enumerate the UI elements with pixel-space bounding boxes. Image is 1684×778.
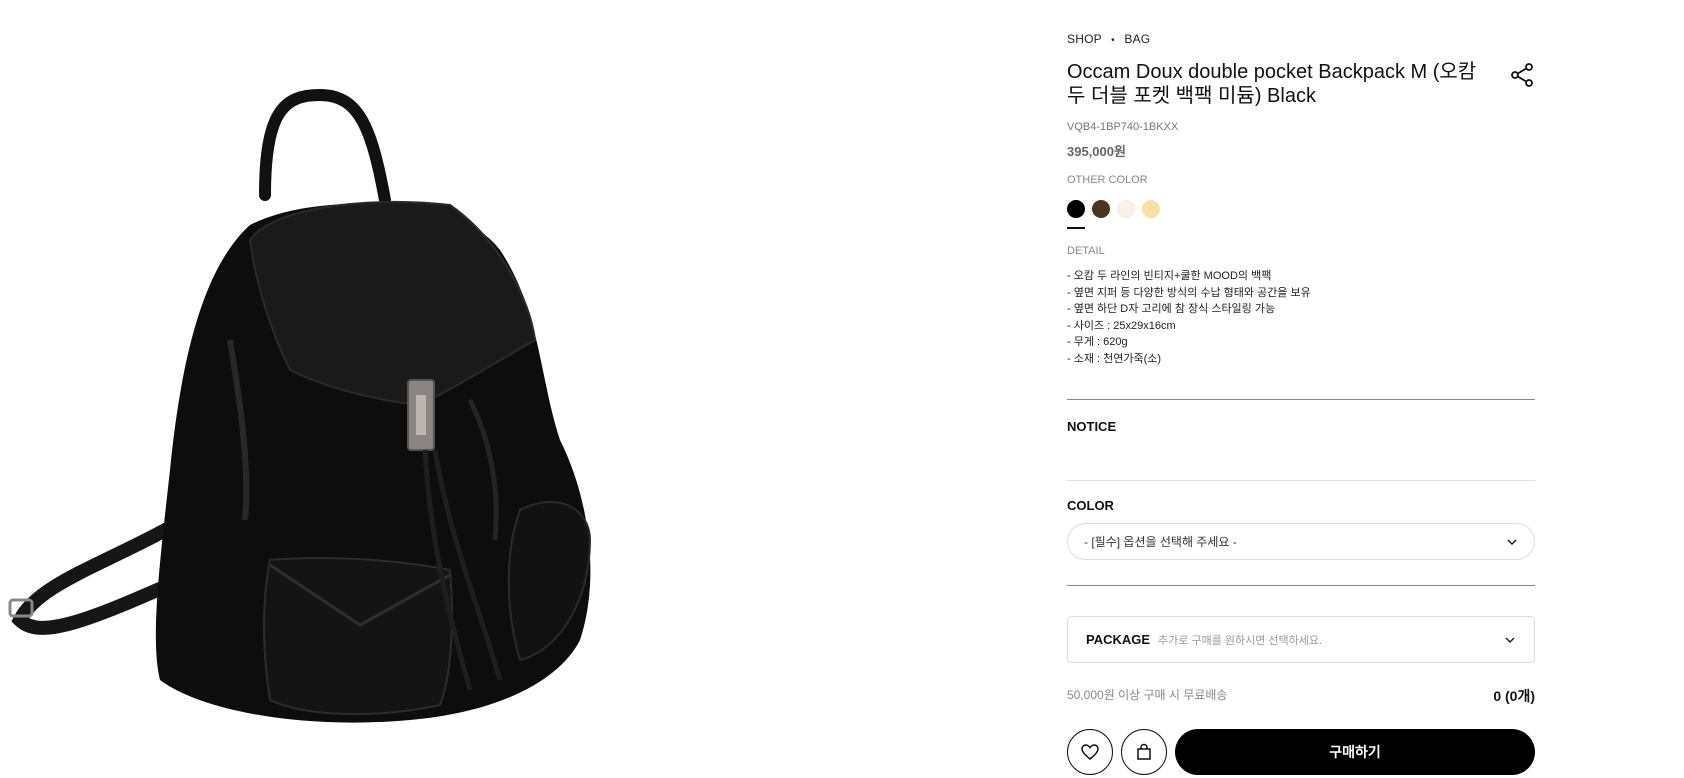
- detail-line: - 오캄 두 라인의 빈티지+쿨한 MOOD의 백팩: [1067, 270, 1272, 282]
- add-to-cart-button[interactable]: [1121, 729, 1167, 775]
- color-option-label: COLOR: [1067, 498, 1114, 513]
- swatch-brown[interactable]: [1092, 200, 1110, 218]
- swatch-beige[interactable]: [1142, 200, 1160, 218]
- detail-label: DETAIL: [1067, 245, 1105, 257]
- color-swatches: [1067, 200, 1160, 218]
- wishlist-button[interactable]: [1067, 729, 1113, 775]
- divider: [1067, 399, 1535, 400]
- divider: [1067, 585, 1535, 586]
- chevron-down-icon: [1507, 538, 1517, 545]
- divider: [1067, 480, 1535, 481]
- product-image-area: [0, 0, 1000, 778]
- product-price: 395,000원: [1067, 144, 1126, 159]
- detail-line: - 옆면 지퍼 등 다양한 방식의 수납 형태와 공간을 보유: [1067, 286, 1311, 299]
- detail-list: - 오캄 두 라인의 빈티지+쿨한 MOOD의 백팩 - 옆면 지퍼 등 다양한…: [1067, 268, 1311, 368]
- breadcrumb-bag-link[interactable]: BAG: [1124, 32, 1150, 46]
- notice-toggle[interactable]: NOTICE: [1067, 419, 1116, 434]
- buy-now-button[interactable]: 구매하기: [1175, 729, 1535, 775]
- color-option-select[interactable]: - [필수] 옵션을 선택해 주세요 -: [1067, 523, 1535, 560]
- share-button[interactable]: [1509, 62, 1535, 88]
- detail-line: - 소재 : 천연가죽(소): [1067, 352, 1162, 365]
- share-icon: [1511, 63, 1533, 87]
- breadcrumb-separator: •: [1111, 35, 1115, 46]
- swatch-black[interactable]: [1067, 200, 1085, 218]
- detail-line: - 옆면 하단 D자 고리에 참 장식 스타일링 가능: [1067, 303, 1276, 316]
- shopping-bag-icon: [1137, 743, 1151, 760]
- package-hint: 추가로 구매를 원하시면 선택하세요.: [1158, 634, 1323, 647]
- selected-swatch-indicator: [1067, 227, 1085, 229]
- breadcrumb: SHOP • BAG: [1067, 32, 1150, 46]
- color-option-placeholder: - [필수] 옵션을 선택해 주세요 -: [1084, 535, 1237, 549]
- other-color-label: OTHER COLOR: [1067, 174, 1148, 186]
- package-select[interactable]: PACKAGE 추가로 구매를 원하시면 선택하세요.: [1067, 616, 1535, 663]
- swatch-cream[interactable]: [1117, 200, 1135, 218]
- heart-icon: [1081, 744, 1099, 760]
- package-label: PACKAGE: [1086, 632, 1151, 647]
- free-shipping-note: 50,000원 이상 구매 시 무료배송: [1067, 688, 1228, 702]
- total-quantity: 0 (0개): [1493, 688, 1535, 704]
- purchase-actions: 구매하기: [1067, 729, 1535, 775]
- product-image: [8, 88, 592, 723]
- breadcrumb-shop-link[interactable]: SHOP: [1067, 32, 1102, 46]
- detail-line: - 사이즈 : 25x29x16cm: [1067, 319, 1176, 332]
- product-sku: VQB4-1BP740-1BKXX: [1067, 121, 1179, 133]
- detail-line: - 무게 : 620g: [1067, 336, 1128, 349]
- chevron-down-icon: [1505, 636, 1515, 643]
- product-title: Occam Doux double pocket Backpack M (오캄 …: [1067, 61, 1477, 107]
